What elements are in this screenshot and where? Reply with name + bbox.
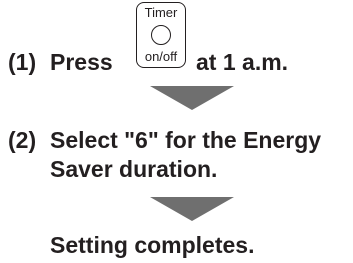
timer-key-circle-icon xyxy=(151,25,171,45)
step-2-line-1: Select "6" for the Energy xyxy=(50,127,322,153)
result-text: Setting completes. xyxy=(50,232,255,258)
step-1-press-word: Press xyxy=(50,49,113,75)
step-1-time-text: at 1 a.m. xyxy=(196,49,289,75)
timer-key-bottom-label: on/off xyxy=(144,49,178,64)
timer-on-off-key-icon: Timer on/off xyxy=(136,2,186,68)
step-2-line-2: Saver duration. xyxy=(50,156,218,182)
step-1-number: (1) xyxy=(8,49,37,75)
step-2-number: (2) xyxy=(8,127,37,153)
down-arrow-icon xyxy=(150,197,234,221)
down-arrow-icon xyxy=(150,86,234,110)
timer-key-top-label: Timer xyxy=(144,5,178,20)
